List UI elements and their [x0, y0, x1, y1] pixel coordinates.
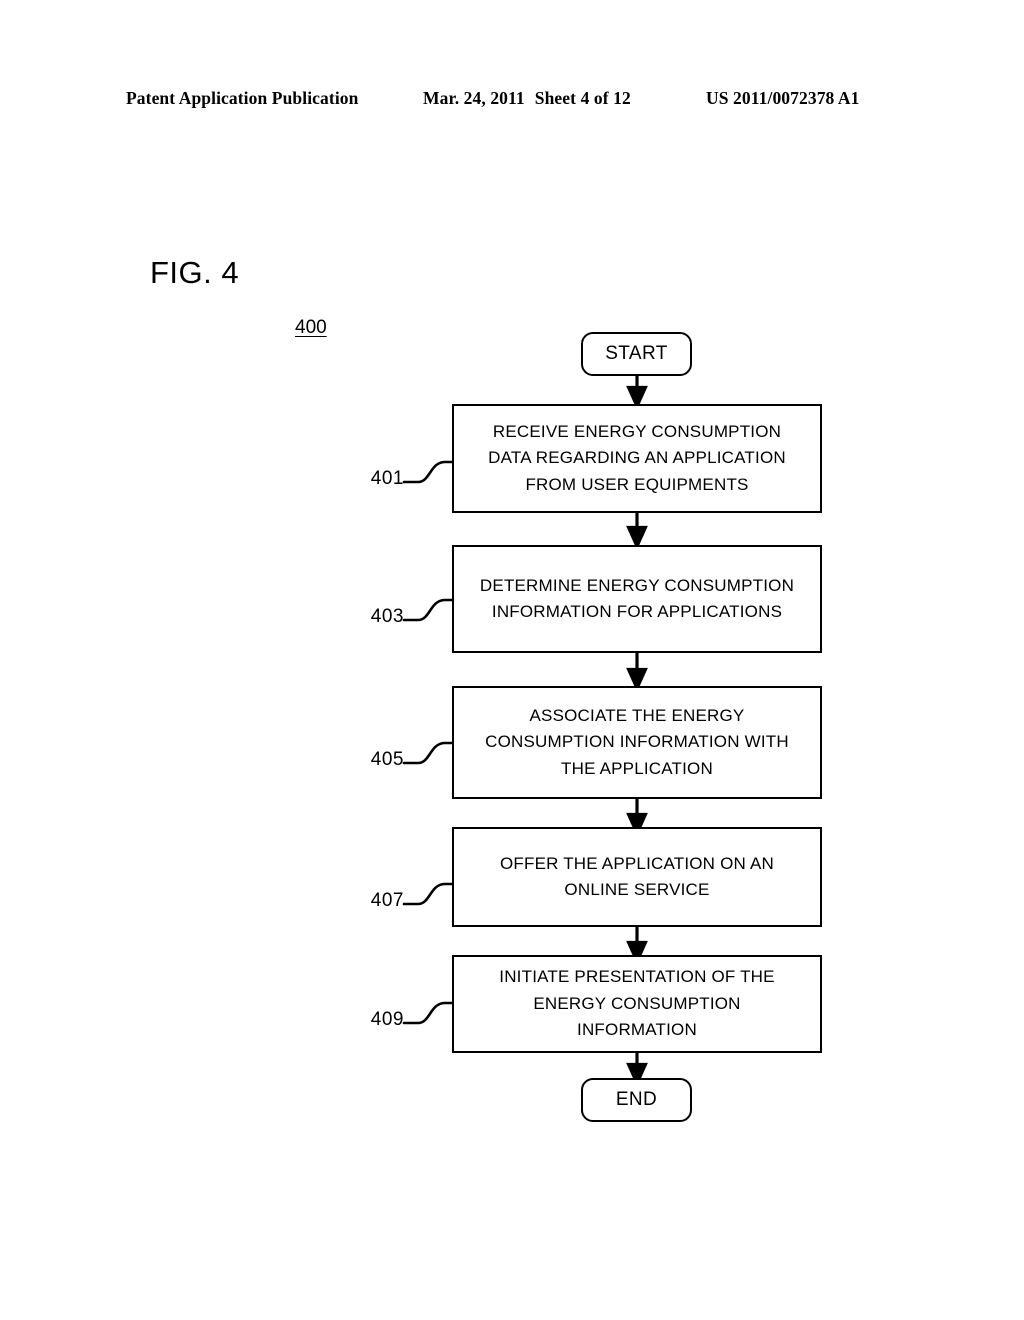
step-407-label: OFFER THE APPLICATION ON AN ONLINE SERVI… [464, 851, 810, 904]
start-label: START [605, 343, 668, 364]
step-401-line-3: FROM USER EQUIPMENTS [525, 474, 749, 494]
flowchart-step-409: INITIATE PRESENTATION OF THE ENERGY CONS… [452, 955, 822, 1053]
step-409-line-1: INITIATE PRESENTATION OF THE [499, 967, 775, 987]
step-405-line-1: ASSOCIATE THE ENERGY [529, 705, 745, 725]
step-401-line-1: RECEIVE ENERGY CONSUMPTION [492, 421, 782, 441]
step-405-line-3: THE APPLICATION [561, 758, 713, 778]
flowchart-step-407: OFFER THE APPLICATION ON AN ONLINE SERVI… [452, 827, 822, 927]
step-407-line-2: ONLINE SERVICE [564, 880, 710, 899]
step-405-label: ASSOCIATE THE ENERGY CONSUMPTION INFORMA… [464, 703, 810, 782]
flowchart-step-403: DETERMINE ENERGY CONSUMPTION INFORMATION… [452, 545, 822, 653]
step-409-line-2: ENERGY CONSUMPTION [533, 993, 741, 1013]
flowchart-start-terminal: START [581, 332, 692, 376]
step-401-label: RECEIVE ENERGY CONSUMPTION DATA REGARDIN… [464, 419, 810, 498]
step-403-label: DETERMINE ENERGY CONSUMPTION INFORMATION… [464, 573, 810, 626]
step-403-reference-numeral: 403 [370, 606, 404, 627]
step-409-label: INITIATE PRESENTATION OF THE ENERGY CONS… [464, 964, 810, 1043]
flowchart-end-terminal: END [581, 1078, 692, 1122]
step-409-reference-numeral: 409 [370, 1009, 404, 1030]
flowchart-step-401: RECEIVE ENERGY CONSUMPTION DATA REGARDIN… [452, 404, 822, 513]
step-405-line-2: CONSUMPTION INFORMATION WITH [485, 732, 789, 752]
flowchart-step-405: ASSOCIATE THE ENERGY CONSUMPTION INFORMA… [452, 686, 822, 799]
step-409-line-3: INFORMATION [577, 1020, 697, 1040]
step-403-line-1: DETERMINE ENERGY CONSUMPTION [479, 575, 795, 595]
step-401-reference-numeral: 401 [370, 468, 404, 489]
step-401-line-2: DATA REGARDING AN APPLICATION [488, 448, 786, 468]
step-403-line-2: INFORMATION FOR APPLICATIONS [491, 602, 783, 621]
flowchart-connectors [402, 376, 648, 1088]
end-label: END [615, 1089, 658, 1110]
step-405-reference-numeral: 405 [370, 749, 404, 770]
flowchart-diagram: START RECEIVE ENERGY CONSUMPTION DATA RE… [0, 0, 1024, 1320]
step-407-line-1: OFFER THE APPLICATION ON AN [500, 853, 774, 873]
step-407-reference-numeral: 407 [370, 890, 404, 911]
